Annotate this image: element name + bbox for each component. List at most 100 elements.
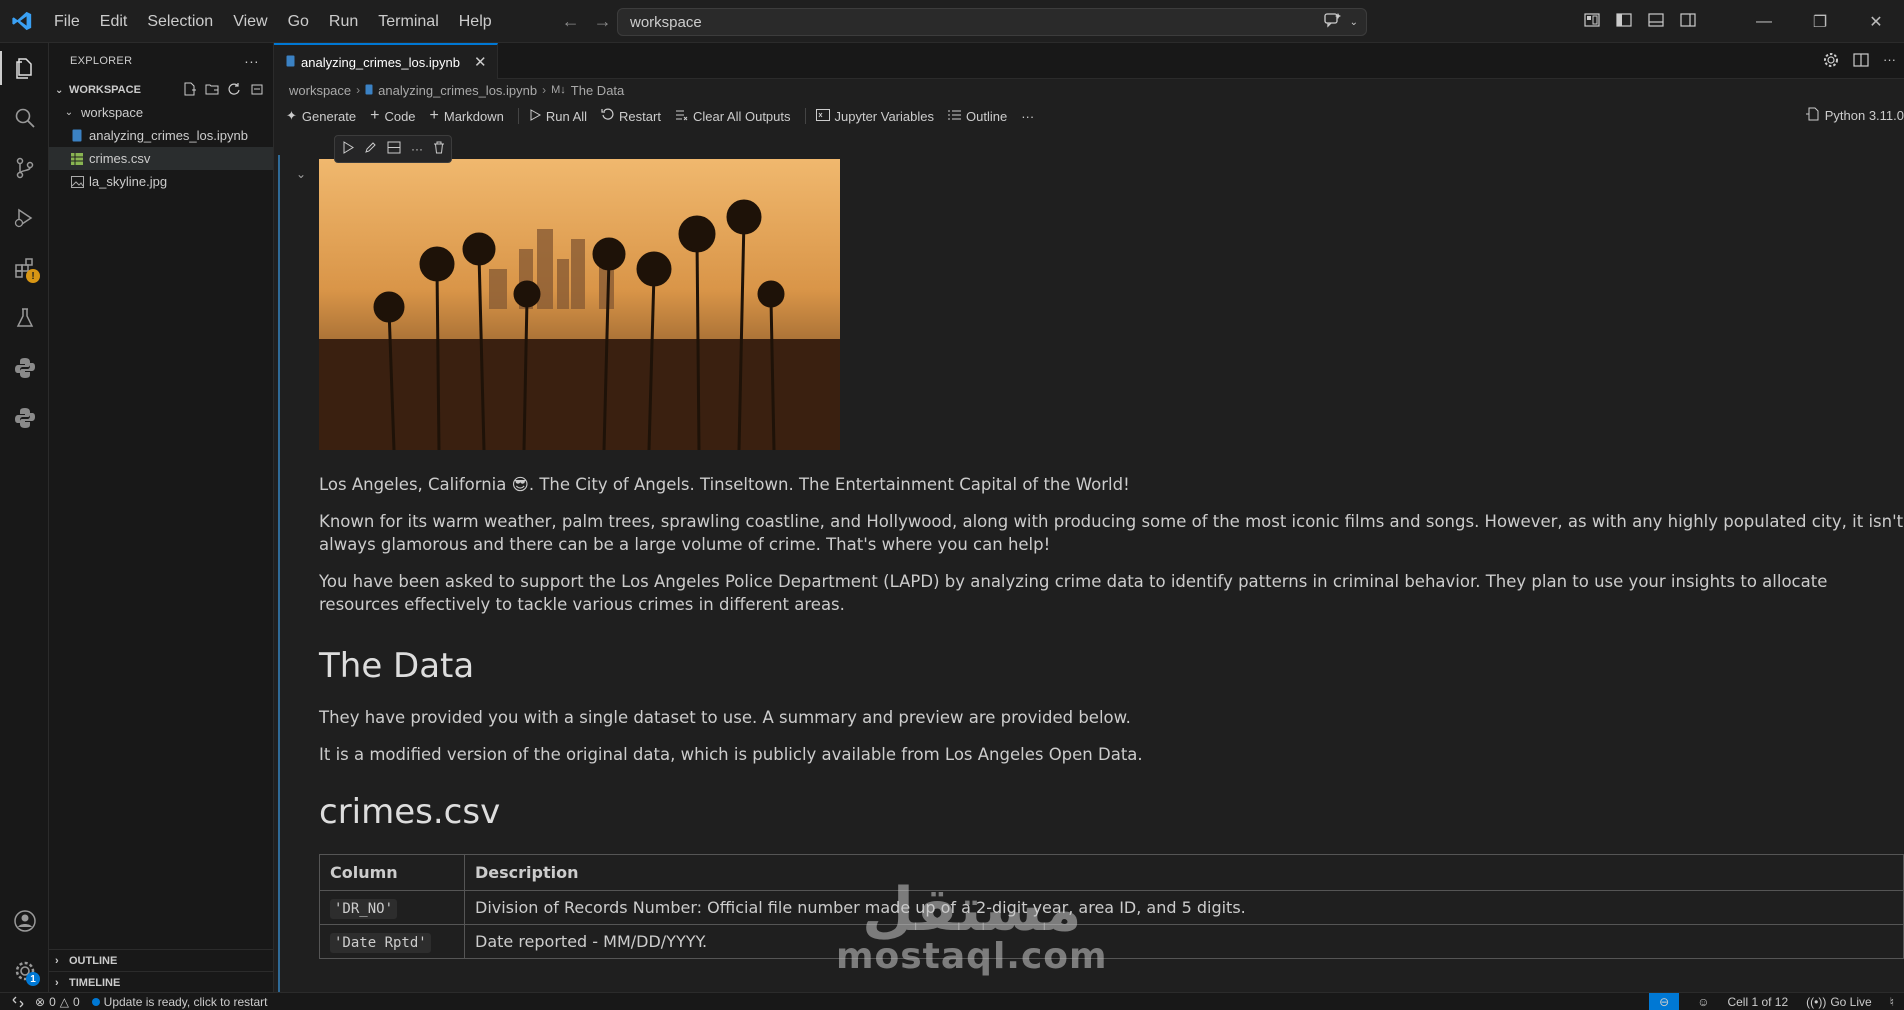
- close-icon[interactable]: ✕: [474, 53, 487, 71]
- status-bar: ⊗ 0 △ 0 Update is ready, click to restar…: [0, 992, 1904, 1010]
- menu-selection[interactable]: Selection: [137, 0, 223, 43]
- notifications-bell-icon[interactable]: ♮: [1890, 995, 1894, 1009]
- chevron-right-icon: ›: [356, 83, 361, 97]
- copilot-chat-icon[interactable]: [1323, 12, 1342, 32]
- chevron-down-icon[interactable]: ⌄: [1350, 17, 1358, 28]
- outline-section-header[interactable]: › OUTLINE: [49, 949, 274, 971]
- add-markdown-button[interactable]: + Markdown: [430, 107, 504, 125]
- menu-go[interactable]: Go: [278, 0, 319, 43]
- chevron-down-icon[interactable]: ⌄: [296, 167, 306, 181]
- table-header: Column: [319, 854, 465, 891]
- run-cell-icon[interactable]: [341, 141, 354, 157]
- zoom-indicator-icon[interactable]: ⊖: [1649, 993, 1680, 1010]
- go-live-button[interactable]: ((•)) Go Live: [1806, 995, 1872, 1009]
- update-badge-icon: 1: [26, 972, 40, 986]
- broadcast-icon: ((•)): [1806, 995, 1827, 1009]
- update-dot-icon: [91, 997, 100, 1006]
- testing-flask-icon[interactable]: [0, 293, 49, 343]
- run-all-label: Run All: [545, 108, 588, 124]
- markdown-cell[interactable]: Los Angeles, California 😎. The City of A…: [319, 159, 1904, 959]
- account-icon[interactable]: [0, 896, 49, 946]
- la-skyline-image: [319, 159, 840, 450]
- menu-view[interactable]: View: [223, 0, 277, 43]
- menu-file[interactable]: File: [44, 0, 90, 43]
- new-folder-icon[interactable]: [205, 82, 219, 99]
- menu-help[interactable]: Help: [449, 0, 502, 43]
- folder-workspace[interactable]: ⌄ workspace: [49, 101, 273, 124]
- workspace-section-header[interactable]: ⌄ WORKSPACE: [49, 79, 273, 101]
- new-file-icon[interactable]: [183, 82, 197, 99]
- python-icon[interactable]: [0, 343, 49, 393]
- add-code-button[interactable]: + Code: [370, 107, 415, 125]
- kernel-picker[interactable]: Python 3.11.0: [1805, 107, 1904, 124]
- extensions-icon[interactable]: !: [0, 243, 49, 293]
- tab-notebook[interactable]: analyzing_crimes_los.ipynb ✕: [274, 43, 498, 79]
- remote-indicator-icon[interactable]: [0, 993, 35, 1010]
- settings-gear-icon[interactable]: [1823, 52, 1839, 71]
- menu-terminal[interactable]: Terminal: [368, 0, 448, 43]
- restore-button[interactable]: ❐: [1792, 0, 1848, 43]
- more-actions-icon[interactable]: ···: [1883, 52, 1896, 71]
- jupyter-variables-button[interactable]: Jupyter Variables: [815, 108, 934, 124]
- refresh-icon[interactable]: [227, 82, 241, 99]
- watermark-logo: مستقل mostaql.com: [836, 880, 1108, 977]
- breadcrumb-file[interactable]: analyzing_crimes_los.ipynb: [378, 83, 537, 98]
- breadcrumb-root[interactable]: workspace: [289, 83, 351, 98]
- search-icon[interactable]: [0, 93, 49, 143]
- explorer-icon[interactable]: [0, 43, 49, 93]
- minimize-button[interactable]: —: [1736, 0, 1792, 43]
- table-row: 'DR_NO' Division of Records Number: Offi…: [319, 890, 1904, 925]
- customize-layout-icon[interactable]: [1584, 13, 1600, 30]
- file-item[interactable]: la_skyline.jpg: [49, 170, 273, 193]
- toggle-panel-icon[interactable]: [1648, 13, 1664, 30]
- table-cell: 'Date Rptd': [319, 924, 465, 959]
- go-live-label: Go Live: [1830, 995, 1872, 1009]
- split-cell-icon[interactable]: [387, 141, 401, 157]
- restart-button[interactable]: Restart: [601, 108, 661, 124]
- watermark-latin: mostaql.com: [836, 936, 1108, 977]
- menu-run[interactable]: Run: [319, 0, 368, 43]
- more-actions-icon[interactable]: ···: [411, 142, 423, 156]
- table-cell: Date reported - MM/DD/YYYY.: [464, 924, 1904, 959]
- outline-button[interactable]: Outline: [947, 109, 1007, 124]
- forward-arrow-icon[interactable]: →: [594, 11, 612, 32]
- error-count: 0: [49, 994, 56, 1009]
- delete-trash-icon[interactable]: [433, 141, 445, 157]
- file-label: crimes.csv: [89, 151, 151, 166]
- split-editor-icon[interactable]: [1853, 52, 1869, 71]
- tab-label: analyzing_crimes_los.ipynb: [301, 54, 460, 70]
- problems-indicator[interactable]: ⊗ 0 △ 0: [35, 995, 80, 1009]
- clear-outputs-button[interactable]: Clear All Outputs: [675, 109, 791, 124]
- file-item[interactable]: analyzing_crimes_los.ipynb: [49, 124, 273, 147]
- collapse-all-icon[interactable]: [249, 82, 263, 99]
- file-item[interactable]: crimes.csv: [49, 147, 273, 170]
- explorer-sidebar: EXPLORER ··· ⌄ WORKSPACE ⌄ workspace ana…: [49, 43, 274, 992]
- update-ready-item[interactable]: Update is ready, click to restart: [91, 995, 268, 1009]
- generate-button[interactable]: ✦ Generate: [286, 108, 356, 124]
- editor-area: analyzing_crimes_los.ipynb ✕ ··· workspa…: [274, 43, 1904, 992]
- file-label: la_skyline.jpg: [89, 174, 168, 189]
- breadcrumb-section[interactable]: The Data: [571, 83, 624, 98]
- toggle-secondary-sidebar-icon[interactable]: [1680, 13, 1696, 30]
- menu-edit[interactable]: Edit: [90, 0, 138, 43]
- python-kernel-icon: [1805, 107, 1819, 124]
- image-icon: [69, 175, 85, 188]
- back-arrow-icon[interactable]: ←: [562, 11, 580, 32]
- file-label: analyzing_crimes_los.ipynb: [89, 128, 248, 143]
- copilot-status-icon[interactable]: ☺: [1697, 995, 1709, 1009]
- more-actions-icon[interactable]: ···: [244, 53, 259, 69]
- notebook-icon: [69, 129, 85, 142]
- run-all-button[interactable]: Run All: [529, 109, 587, 124]
- run-debug-icon[interactable]: [0, 193, 49, 243]
- timeline-section-header[interactable]: › TIMELINE: [49, 971, 274, 993]
- command-center-search[interactable]: workspace ⌄: [617, 8, 1367, 36]
- edit-pencil-icon[interactable]: [364, 141, 377, 157]
- close-window-button[interactable]: ✕: [1848, 0, 1904, 43]
- python-environments-icon[interactable]: [0, 393, 49, 443]
- manage-gear-icon[interactable]: 1: [0, 946, 49, 996]
- cell-position[interactable]: Cell 1 of 12: [1727, 995, 1788, 1009]
- more-toolbar-button[interactable]: ···: [1021, 109, 1034, 124]
- toggle-primary-sidebar-icon[interactable]: [1616, 13, 1632, 30]
- dataset-paragraph: They have provided you with a single dat…: [319, 708, 1131, 727]
- source-control-icon[interactable]: [0, 143, 49, 193]
